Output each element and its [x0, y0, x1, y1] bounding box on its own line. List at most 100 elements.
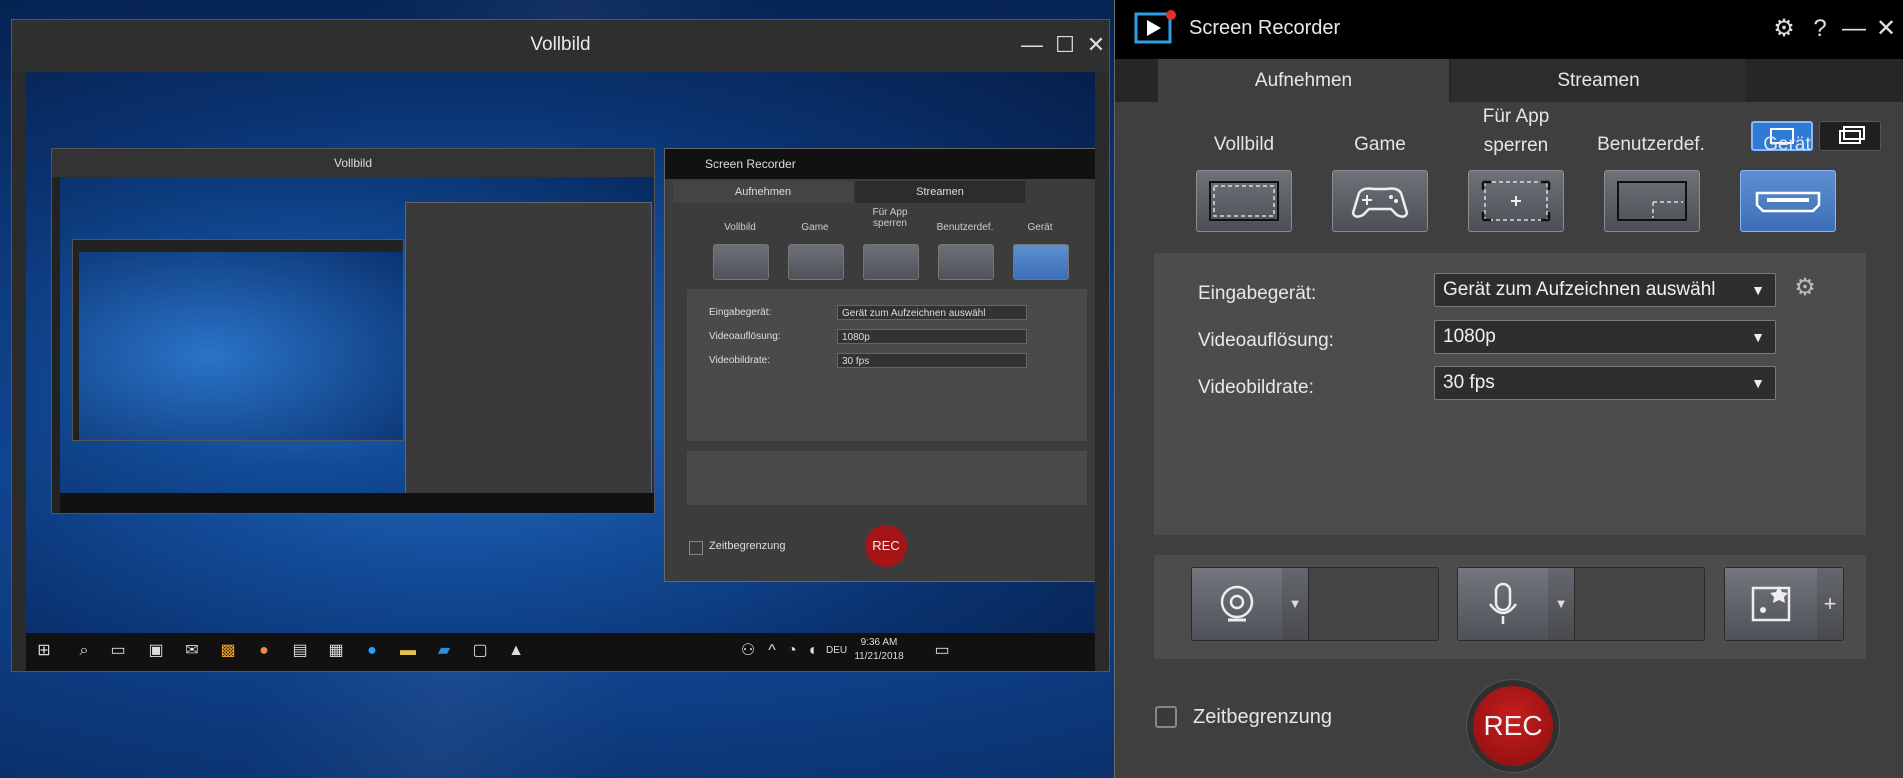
mid-field-label: Eingabegerät:	[709, 307, 772, 318]
notification-icon[interactable]: ▭	[932, 641, 952, 661]
mid-framerate-select[interactable]: 30 fps	[837, 353, 1027, 368]
mode-label-custom: Benutzerdef.	[1597, 134, 1705, 155]
minimize-icon[interactable]: —	[1017, 30, 1047, 60]
microphone-dropdown-icon[interactable]: ▼	[1548, 568, 1575, 640]
explorer-icon[interactable]: ▬	[398, 641, 418, 661]
microphone-level-area	[1575, 568, 1704, 640]
nested-preview-title: Vollbild	[52, 149, 654, 177]
device-settings-gear-icon[interactable]: ⚙	[1790, 273, 1820, 303]
mid-sr-tabs: Aufnehmen Streamen	[665, 181, 1095, 203]
app-icon[interactable]: ▤	[290, 641, 310, 661]
maximize-icon[interactable]: ☐	[1050, 30, 1080, 60]
settings-gear-icon[interactable]: ⚙	[1767, 12, 1801, 46]
preview-titlebar: Vollbild — ☐ ✕	[12, 20, 1109, 72]
effects-icon	[1751, 586, 1791, 622]
wifi-icon[interactable]: ◔	[782, 641, 802, 661]
store-icon[interactable]: ▣	[146, 641, 166, 661]
gamepad-icon	[1351, 187, 1409, 218]
mid-mode-game[interactable]	[788, 244, 844, 280]
chrome-icon[interactable]: ●	[254, 641, 274, 661]
clock-date: 11/21/2018	[854, 651, 904, 662]
mode-app-lock-button[interactable]	[1468, 170, 1564, 232]
microphone-control: ▼	[1457, 567, 1705, 641]
input-device-select[interactable]: Gerät zum Aufzeichnen auswähl ▼	[1434, 273, 1776, 307]
nested-preview-window-2	[72, 239, 404, 441]
mid-mode-app[interactable]	[863, 244, 919, 280]
webcam-dropdown-icon[interactable]: ▼	[1282, 568, 1309, 640]
close-icon[interactable]: ✕	[1869, 12, 1903, 46]
devices-panel: ▼ ▼ +	[1154, 555, 1866, 659]
framerate-value: 30 fps	[1443, 372, 1495, 393]
effects-button[interactable]	[1725, 568, 1818, 640]
mode-label-app-lock: Für App sperren	[1456, 102, 1576, 160]
mid-resolution-select[interactable]: 1080p	[837, 329, 1027, 344]
effects-control: +	[1724, 567, 1844, 641]
mid-settings-panel: Eingabegerät: Gerät zum Aufzeichnen ausw…	[687, 289, 1087, 441]
mid-time-limit-checkbox[interactable]	[689, 541, 703, 555]
tab-aufnehmen[interactable]: Aufnehmen	[1158, 59, 1449, 102]
mid-tab-streamen[interactable]: Streamen	[855, 181, 1025, 203]
app-title: Screen Recorder	[1189, 17, 1341, 39]
mail-icon[interactable]: ✉	[182, 641, 202, 661]
resolution-select[interactable]: 1080p ▼	[1434, 320, 1776, 354]
mid-mode-label: Benutzerdef.	[936, 222, 994, 233]
language-indicator[interactable]: DEU	[826, 645, 847, 656]
people-icon[interactable]: ⚇	[738, 641, 758, 661]
mid-field-label: Videoauflösung:	[709, 331, 781, 342]
help-icon[interactable]: ?	[1803, 12, 1837, 46]
mid-mode-fullscreen[interactable]	[713, 244, 769, 280]
mid-input-device-select[interactable]: Gerät zum Aufzeichnen auswähl	[837, 305, 1027, 320]
webcam-preview-area	[1309, 568, 1438, 640]
time-limit-checkbox[interactable]	[1155, 706, 1177, 728]
mode-label-game: Game	[1354, 134, 1406, 155]
mode-fullscreen-button[interactable]	[1196, 170, 1292, 232]
mid-mode-label: Für App sperren	[872, 207, 908, 229]
mode-custom-button[interactable]	[1604, 170, 1700, 232]
skype-icon[interactable]: ●	[362, 641, 382, 661]
volume-icon[interactable]: ◖	[802, 641, 822, 661]
minimize-icon[interactable]: —	[1837, 12, 1871, 46]
preview-taskbar: ⊞ ⌕ ▭ ▣ ✉ ▩ ● ▤ ▦ ● ▬ ▰ ▢ ▲ ⚇ ^ ◔ ◖ DEU …	[26, 633, 1095, 671]
preview-title: Vollbild	[530, 34, 591, 55]
rec-button[interactable]: REC	[1473, 686, 1553, 766]
mode-label-vollbild: Vollbild	[1213, 134, 1275, 155]
mid-sr-title: Screen Recorder	[665, 149, 1095, 179]
mode-device-button[interactable]	[1740, 170, 1836, 232]
outlook-icon[interactable]: ▩	[218, 641, 238, 661]
clock[interactable]: 9:36 AM 11/21/2018	[846, 636, 912, 664]
calculator-icon[interactable]: ▦	[326, 641, 346, 661]
mid-mode-label: Gerät	[1027, 222, 1053, 233]
mid-time-limit-label: Zeitbegrenzung	[709, 540, 786, 552]
mid-mode-label: Game	[801, 222, 829, 233]
mid-mode-custom[interactable]	[938, 244, 994, 280]
uplay-icon[interactable]: ▰	[434, 641, 454, 661]
photos-icon[interactable]: ▲	[506, 641, 526, 661]
custom-region-icon	[1617, 181, 1687, 221]
mid-mode-device[interactable]	[1013, 244, 1069, 280]
app-lock-icon	[1481, 180, 1551, 222]
add-effect-button[interactable]: +	[1817, 568, 1843, 640]
mid-rec-button[interactable]: REC	[865, 525, 907, 567]
webcam-button[interactable]	[1192, 568, 1283, 640]
nested-preview-content	[60, 177, 654, 513]
mode-game-button[interactable]	[1332, 170, 1428, 232]
nested-preview-content-2	[79, 252, 403, 440]
fullscreen-icon	[1209, 181, 1279, 221]
nested-taskbar	[60, 493, 654, 513]
mid-mode-label: Vollbild	[724, 222, 756, 233]
framerate-select[interactable]: 30 fps ▼	[1434, 366, 1776, 400]
screen-recorder-taskbar-icon[interactable]: ▢	[470, 641, 490, 661]
microphone-button[interactable]	[1458, 568, 1549, 640]
preview-window: Vollbild — ☐ ✕ Vollbild Screen Recorder …	[11, 19, 1110, 672]
resolution-value: 1080p	[1443, 326, 1496, 347]
nested-preview-window: Vollbild	[51, 148, 655, 514]
close-icon[interactable]: ✕	[1081, 30, 1111, 60]
search-icon[interactable]: ⌕	[74, 641, 94, 661]
dropdown-arrow-icon: ▼	[1751, 375, 1765, 391]
chevron-up-icon[interactable]: ^	[762, 641, 782, 661]
task-view-icon[interactable]: ▭	[108, 641, 128, 661]
windows-start-icon[interactable]: ⊞	[34, 641, 54, 661]
tab-streamen[interactable]: Streamen	[1451, 59, 1746, 102]
hdmi-device-icon	[1755, 191, 1821, 213]
mid-tab-aufnehmen[interactable]: Aufnehmen	[673, 181, 853, 203]
